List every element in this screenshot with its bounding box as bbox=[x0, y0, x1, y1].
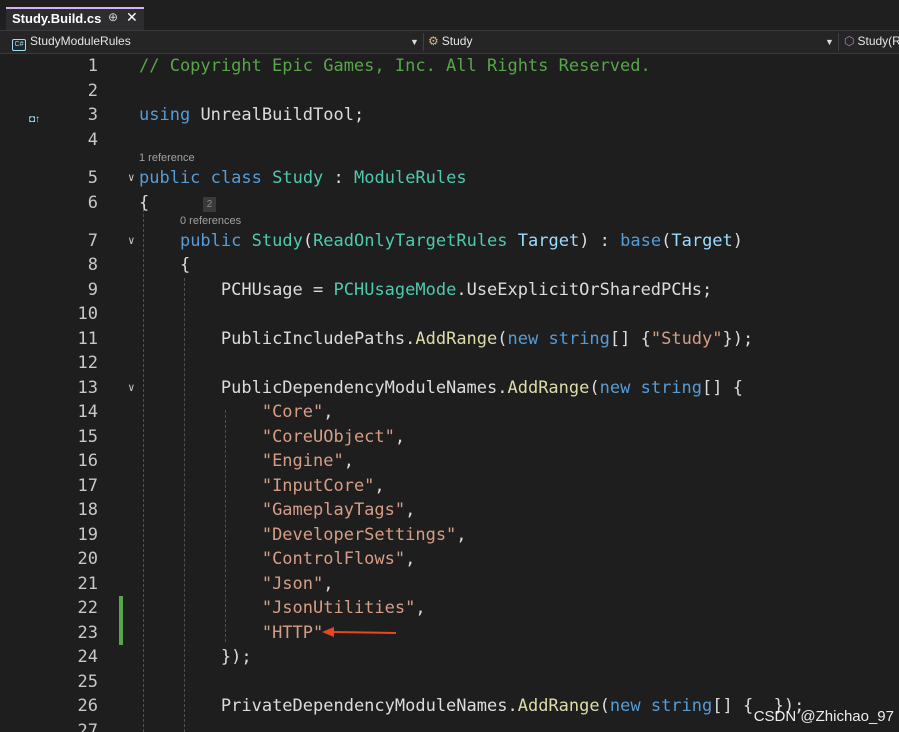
change-indicator-bar bbox=[119, 596, 123, 645]
code-line: }); bbox=[139, 647, 252, 667]
code-line: public Study(ReadOnlyTargetRules Target)… bbox=[179, 231, 744, 251]
tab-study-build-cs[interactable]: Study.Build.cs ⊕ ✕ bbox=[6, 7, 144, 30]
line-number: 8 bbox=[87, 255, 98, 275]
code-line: "GameplayTags", bbox=[261, 500, 416, 520]
code-line: "Engine", bbox=[261, 451, 354, 471]
project-dropdown[interactable]: C# StudyModuleRules bbox=[12, 31, 417, 53]
line-number: 16 bbox=[77, 451, 98, 471]
csharp-project-icon: C# bbox=[12, 39, 26, 51]
code-line: "InputCore", bbox=[261, 476, 385, 496]
line-number: 5 bbox=[87, 168, 98, 188]
line-number: 18 bbox=[77, 500, 98, 520]
method-cube-icon: ⬡ bbox=[844, 34, 855, 48]
tab-title: Study.Build.cs bbox=[12, 11, 102, 26]
codelens-references[interactable]: 0 references bbox=[180, 215, 241, 227]
line-number: 20 bbox=[77, 549, 98, 569]
line-number: 10 bbox=[77, 304, 98, 324]
code-line: { bbox=[139, 193, 150, 213]
code-line: "DeveloperSettings", bbox=[261, 525, 467, 545]
code-line: "Core", bbox=[261, 402, 334, 422]
member-dropdown[interactable]: ⬡ Study(R bbox=[844, 31, 899, 53]
project-dropdown-label: StudyModuleRules bbox=[30, 34, 131, 48]
code-line: "JsonUtilities", bbox=[261, 598, 426, 618]
pin-icon[interactable]: ⊕ bbox=[108, 10, 118, 24]
member-dropdown-label: Study(R bbox=[857, 34, 899, 48]
line-number: 3 bbox=[87, 105, 98, 125]
line-number: 1 bbox=[87, 56, 98, 76]
fold-chevron-icon[interactable]: ∨ bbox=[128, 376, 135, 400]
line-number: 19 bbox=[77, 525, 98, 545]
code-line: PCHUsage = PCHUsageMode.UseExplicitOrSha… bbox=[220, 280, 713, 300]
line-number: 4 bbox=[87, 130, 98, 150]
line-number: 14 bbox=[77, 402, 98, 422]
code-editor[interactable]: ∨ ∨ ∨ 1 reference 0 references 2 1 2 3 4… bbox=[0, 54, 899, 732]
code-line: "Json", bbox=[261, 574, 334, 594]
code-line: PublicDependencyModuleNames.AddRange(new… bbox=[220, 378, 743, 398]
line-number: 24 bbox=[77, 647, 98, 667]
navbar-divider bbox=[423, 33, 424, 51]
line-number: 23 bbox=[77, 623, 98, 643]
line-number: 2 bbox=[87, 81, 98, 101]
code-line: using UnrealBuildTool; bbox=[139, 105, 365, 125]
code-line: PrivateDependencyModuleNames.AddRange(ne… bbox=[220, 696, 805, 716]
code-line: "HTTP" bbox=[261, 623, 324, 643]
fold-chevron-icon[interactable]: ∨ bbox=[128, 229, 135, 253]
line-number: 26 bbox=[77, 696, 98, 716]
line-number: 9 bbox=[87, 280, 98, 300]
close-icon[interactable]: ✕ bbox=[126, 9, 138, 26]
red-arrow-annotation-icon bbox=[322, 627, 397, 637]
indicator-margin bbox=[0, 54, 26, 732]
line-number: 13 bbox=[77, 378, 98, 398]
line-number: 6 bbox=[87, 193, 98, 213]
document-tab-bar: Study.Build.cs ⊕ ✕ bbox=[0, 0, 899, 31]
line-number: 11 bbox=[77, 329, 98, 349]
chevron-down-icon[interactable]: ▼ bbox=[410, 31, 419, 53]
scope-dropdown[interactable]: ⚙ Study bbox=[428, 31, 823, 53]
class-icon: ⚙ bbox=[428, 34, 439, 48]
code-line: "CoreUObject", bbox=[261, 427, 406, 447]
codelens-references[interactable]: 1 reference bbox=[139, 152, 195, 164]
code-line: // Copyright Epic Games, Inc. All Rights… bbox=[139, 56, 651, 76]
scope-dropdown-label: Study bbox=[441, 34, 473, 48]
code-line: PublicIncludePaths.AddRange(new string[]… bbox=[220, 329, 754, 349]
hint-badge: 2 bbox=[203, 197, 216, 212]
line-number: 12 bbox=[77, 353, 98, 373]
line-number: 21 bbox=[77, 574, 98, 594]
code-line: public class Study : ModuleRules bbox=[139, 168, 467, 188]
line-number: 22 bbox=[77, 598, 98, 618]
bookmark-icon[interactable]: ◘↑ bbox=[29, 114, 40, 125]
navbar-divider bbox=[838, 33, 839, 51]
watermark: CSDN @Zhichao_97 bbox=[753, 708, 894, 725]
line-number: 17 bbox=[77, 476, 98, 496]
chevron-down-icon[interactable]: ▼ bbox=[825, 31, 834, 53]
navigation-bar: C# StudyModuleRules ▼ ⚙ Study ▼ ⬡ Study(R bbox=[0, 31, 899, 54]
code-line: "ControlFlows", bbox=[261, 549, 416, 569]
code-line: { bbox=[139, 255, 191, 275]
line-number: 27 bbox=[77, 721, 98, 732]
line-number: 15 bbox=[77, 427, 98, 447]
fold-chevron-icon[interactable]: ∨ bbox=[128, 166, 135, 190]
line-number: 7 bbox=[87, 231, 98, 251]
line-number: 25 bbox=[77, 672, 98, 692]
